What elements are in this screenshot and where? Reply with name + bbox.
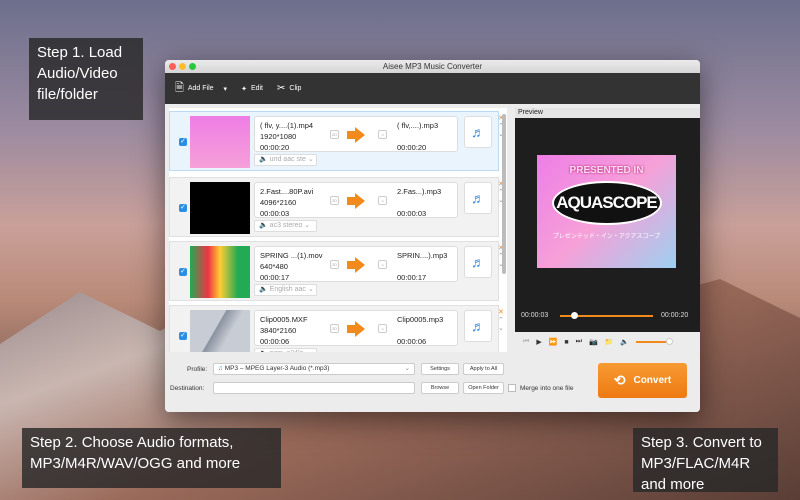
volume-icon[interactable]: 🔈: [620, 338, 629, 346]
scrollbar[interactable]: [502, 114, 506, 274]
seek-handle[interactable]: [570, 312, 578, 319]
destination-input[interactable]: [213, 382, 415, 394]
step2-callout: Step 2. Choose Audio formats, MP3/M4R/WA…: [22, 428, 281, 488]
stop-icon[interactable]: ■: [564, 339, 568, 346]
next-icon[interactable]: ⏭: [576, 338, 582, 346]
file-row[interactable]: ✓ Clip0005.MXF 3840*2160 00:00:06 2D ♫ Cli…: [169, 305, 504, 352]
file-row[interactable]: ✓ SPRING ...(1).mov 640*480 00:00:17 2D ♫ …: [169, 241, 504, 301]
prev-icon[interactable]: ⏮: [523, 338, 529, 346]
file-info: 2.Fast....80P.avi 4096*2160 00:00:03 2D ♫ …: [254, 182, 458, 218]
convert-button[interactable]: ⟲ Convert: [598, 363, 687, 398]
volume-slider[interactable]: [636, 338, 673, 345]
3d-icon[interactable]: 2D: [330, 260, 339, 269]
row-checkbox[interactable]: ✓: [179, 204, 187, 212]
arrow-right-icon: [347, 193, 365, 209]
3d-icon[interactable]: 2D: [330, 130, 339, 139]
file-row[interactable]: ✓ 2.Fast....80P.avi 4096*2160 00:00:03 2D …: [169, 177, 504, 237]
total-time: 00:00:20: [661, 312, 689, 319]
add-file-icon: 🗎: [175, 82, 184, 94]
video-thumbnail: [190, 246, 250, 298]
preview-label: Preview: [515, 108, 700, 118]
settings-button[interactable]: Settings: [421, 363, 459, 375]
video-thumbnail: [190, 116, 250, 168]
mp3-format-icon: ♬: [471, 190, 485, 206]
music-icon: ♫: [218, 365, 225, 372]
music-icon[interactable]: ♫: [378, 324, 387, 333]
music-icon[interactable]: ♫: [378, 196, 387, 205]
output-format-button[interactable]: ♬: [464, 182, 492, 214]
row-checkbox[interactable]: ✓: [179, 138, 187, 146]
file-info: ( flv, y....(1).mp4 1920*1080 00:00:20 2D …: [254, 116, 458, 152]
3d-icon[interactable]: 2D: [330, 196, 339, 205]
arrow-right-icon: [347, 321, 365, 337]
playback-controls: ⏮ ▶ ⏩ ■ ⏭ 📷 📁 🔈: [515, 332, 700, 352]
chevron-down-icon: ⌄: [404, 365, 410, 372]
row-checkbox[interactable]: ✓: [179, 268, 187, 276]
bottom-panel: Profile: ♫ MP3 – MPEG Layer-3 Audio (*.m…: [165, 352, 700, 412]
mp3-format-icon: ♬: [471, 124, 485, 140]
audio-track-select[interactable]: 🔈 und aac ste ⌄: [254, 154, 317, 166]
snapshot-icon[interactable]: 📷: [589, 338, 598, 346]
play-icon[interactable]: ▶: [536, 338, 541, 346]
audio-track-select[interactable]: 🔈 ac3 stereo ⌄: [254, 220, 317, 232]
mp3-format-icon: ♬: [471, 318, 485, 334]
edit-button[interactable]: ✦ Edit: [241, 85, 263, 93]
remove-icon[interactable]: ✕ ⌃ ⌄: [498, 308, 504, 332]
convert-icon: ⟲: [613, 372, 626, 388]
preview-video: PRESENTED IN AQUASCOPE プレゼンテッド・イン・アクアスコー…: [537, 155, 676, 268]
output-format-button[interactable]: ♬: [464, 246, 492, 278]
browse-button[interactable]: Browse: [421, 382, 459, 394]
preview-panel: Preview PRESENTED IN AQUASCOPE プレゼンテッド・イ…: [515, 108, 700, 352]
mp3-format-icon: ♬: [471, 254, 485, 270]
title-bar: Aisee MP3 Music Converter: [165, 60, 700, 73]
file-info: Clip0005.MXF 3840*2160 00:00:06 2D ♫ Clip0…: [254, 310, 458, 346]
window-title: Aisee MP3 Music Converter: [382, 62, 483, 71]
profile-select[interactable]: ♫ MP3 – MPEG Layer-3 Audio (*.mp3) ⌄: [213, 363, 415, 375]
video-thumbnail: [190, 182, 250, 234]
seek-slider[interactable]: [560, 312, 653, 319]
file-list: ✓ ( flv, y....(1).mp4 1920*1080 00:00:20 2…: [169, 108, 507, 352]
3d-icon[interactable]: 2D: [330, 324, 339, 333]
edit-icon: ✦: [241, 85, 247, 93]
audio-track-select[interactable]: 🔈 English aac ⌄: [254, 284, 317, 296]
step1-callout: Step 1. Load Audio/Video file/folder: [29, 38, 143, 120]
arrow-right-icon: [347, 127, 365, 143]
app-window: Aisee MP3 Music Converter 🗎 Add File ▾ ✦ Ed…: [165, 60, 700, 412]
video-thumbnail: [190, 310, 250, 352]
music-icon[interactable]: ♫: [378, 130, 387, 139]
scissors-icon: ✂: [277, 83, 286, 94]
add-file-button[interactable]: 🗎 Add File ▾: [175, 79, 227, 98]
current-time: 00:00:03: [521, 312, 549, 319]
chevron-down-icon[interactable]: ▾: [224, 85, 228, 93]
minimize-button[interactable]: [179, 63, 186, 70]
folder-icon[interactable]: 📁: [605, 338, 614, 346]
toolbar: 🗎 Add File ▾ ✦ Edit ✂ Clip: [165, 73, 700, 104]
clip-button[interactable]: ✂ Clip: [277, 83, 301, 94]
row-checkbox[interactable]: ✓: [179, 332, 187, 340]
output-format-button[interactable]: ♬: [464, 116, 492, 148]
music-icon[interactable]: ♫: [378, 260, 387, 269]
file-row[interactable]: ✓ ( flv, y....(1).mp4 1920*1080 00:00:20 2…: [169, 111, 504, 171]
file-info: SPRING ...(1).mov 640*480 00:00:17 2D ♫ SP…: [254, 246, 458, 282]
fast-forward-icon[interactable]: ⏩: [549, 338, 558, 346]
zoom-button[interactable]: [189, 63, 196, 70]
merge-checkbox[interactable]: [508, 384, 516, 392]
open-folder-button[interactable]: Open Folder: [463, 382, 504, 394]
apply-to-all-button[interactable]: Apply to All: [463, 363, 504, 375]
close-button[interactable]: [169, 63, 176, 70]
step3-callout: Step 3. Convert to MP3/FLAC/M4R and more: [633, 428, 778, 493]
output-format-button[interactable]: ♬: [464, 310, 492, 342]
arrow-right-icon: [347, 257, 365, 273]
